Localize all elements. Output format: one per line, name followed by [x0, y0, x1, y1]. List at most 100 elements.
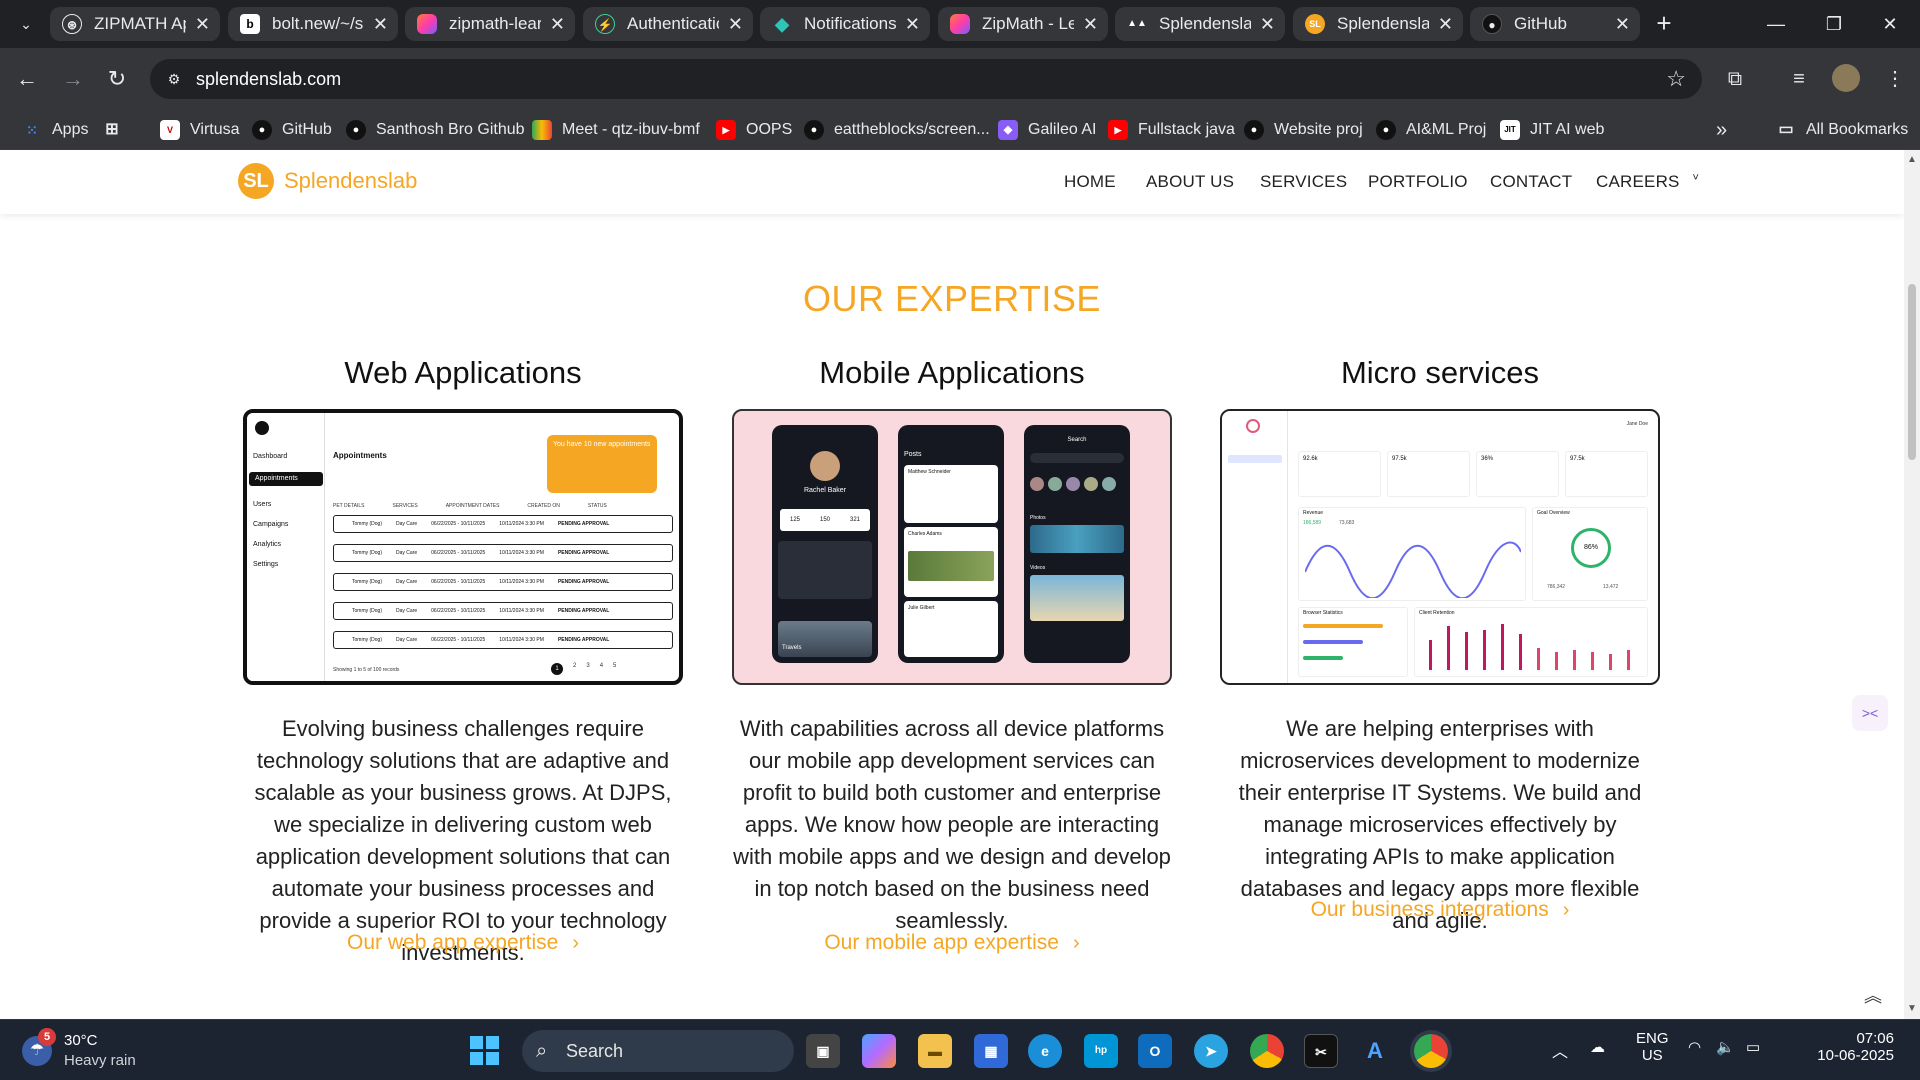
tab-splendenslab-vercel[interactable]: ▲▲ Splendenslab ✕: [1115, 7, 1285, 41]
bookmark-fullstack-java[interactable]: ▶ Fullstack java: [1108, 116, 1235, 144]
bookmark-website-proj[interactable]: ● Website proj: [1244, 116, 1363, 144]
chrome-profile-icon[interactable]: [1250, 1034, 1284, 1068]
nav-services[interactable]: SERVICES: [1260, 172, 1347, 192]
tab-label: ZipMath - Lea: [982, 14, 1074, 33]
volume-icon[interactable]: 🔈: [1716, 1038, 1735, 1056]
weather-widget[interactable]: ☂ 5 30°C Heavy rain: [22, 1028, 222, 1074]
brand-name[interactable]: Splendenslab: [284, 168, 417, 194]
mockup-banner-text: You have 10 new appointments: [553, 441, 651, 448]
file-explorer-icon[interactable]: ▬: [918, 1034, 952, 1068]
tab-authentication[interactable]: ⚡ Authentication ✕: [583, 7, 753, 41]
business-integrations-link[interactable]: Our business integrations ›: [1220, 898, 1660, 922]
bookmark-galileo[interactable]: ◆ Galileo AI: [998, 116, 1096, 144]
outlook-icon[interactable]: O: [1138, 1034, 1172, 1068]
edge-icon[interactable]: e: [1028, 1034, 1062, 1068]
bookmark-oops[interactable]: ▶ OOPS: [716, 116, 792, 144]
tab-close-icon[interactable]: ✕: [195, 7, 210, 41]
tab-bolt[interactable]: b bolt.new/~/sb ✕: [228, 7, 398, 41]
address-bar[interactable]: ⚙ splendenslab.com ☆: [150, 59, 1702, 99]
tab-splendenslab-active[interactable]: SL Splendenslab ✕: [1293, 7, 1463, 41]
tab-close-icon[interactable]: ✕: [1260, 7, 1275, 41]
bookmark-santhosh-github[interactable]: ● Santhosh Bro Github: [346, 116, 525, 144]
lovable-icon: [417, 14, 437, 34]
nav-portfolio[interactable]: PORTFOLIO: [1368, 172, 1468, 192]
back-to-top-icon[interactable]: ︽: [1864, 982, 1882, 1008]
tab-close-icon[interactable]: ✕: [905, 7, 920, 41]
battery-icon[interactable]: ▭: [1746, 1038, 1760, 1056]
bookmark-eattheblocks[interactable]: ● eattheblocks/screen...: [804, 116, 990, 144]
close-window-button[interactable]: ✕: [1870, 8, 1910, 40]
tab-close-icon[interactable]: ✕: [373, 7, 388, 41]
tab-close-icon[interactable]: ✕: [728, 7, 743, 41]
mockup-pagination: 1 2 3 4 5: [551, 663, 616, 675]
task-view-icon[interactable]: ▣: [806, 1034, 840, 1068]
tab-close-icon[interactable]: ✕: [1438, 7, 1453, 41]
code-widget-icon[interactable]: ><: [1852, 695, 1888, 731]
mobile-app-expertise-link[interactable]: Our mobile app expertise ›: [732, 931, 1172, 955]
mockup-side-item-active: [1228, 455, 1282, 463]
nav-careers[interactable]: CAREERS ˅: [1596, 172, 1699, 192]
tab-zipmath-app[interactable]: ⊛ ZIPMATH App ✕: [50, 7, 220, 41]
tray-overflow-icon[interactable]: ︿: [1552, 1038, 1568, 1062]
new-tab-button[interactable]: +: [1650, 10, 1678, 38]
azure-data-studio-icon[interactable]: A: [1358, 1034, 1392, 1068]
mockup-heading: Appointments: [333, 451, 387, 460]
chrome-active-icon[interactable]: [1414, 1034, 1448, 1068]
bookmarks-overflow-icon[interactable]: »: [1716, 116, 1727, 144]
mockup-friend-avatar: [1048, 477, 1062, 491]
tab-notifications[interactable]: ◆ Notifications ✕: [760, 7, 930, 41]
github-icon: ●: [804, 120, 824, 140]
page-scrollbar[interactable]: ▲ ▼: [1904, 150, 1920, 1019]
bookmark-virtusa[interactable]: V Virtusa: [160, 116, 240, 144]
capcut-icon[interactable]: ✂: [1304, 1034, 1338, 1068]
mockup-revenue-label: Revenue: [1303, 510, 1324, 516]
security-icon[interactable]: ☁: [1590, 1038, 1605, 1056]
tab-close-icon[interactable]: ✕: [550, 7, 565, 41]
bookmark-github[interactable]: ● GitHub: [252, 116, 332, 144]
nav-contact[interactable]: CONTACT: [1490, 172, 1572, 192]
media-control-icon[interactable]: ≡: [1782, 62, 1816, 96]
telegram-icon[interactable]: ➤: [1194, 1034, 1228, 1068]
mockup-phone-posts: Posts Matthew Schneider Charles Adams Ju…: [898, 425, 1004, 663]
bookmark-aiml-proj[interactable]: ● AI&ML Proj: [1376, 116, 1486, 144]
sl-logo-icon[interactable]: SL: [238, 163, 274, 199]
input-language[interactable]: ENG US: [1636, 1030, 1669, 1064]
bookmark-meet[interactable]: Meet - qtz-ibuv-bmf: [532, 116, 700, 144]
bookmark-grid[interactable]: ⊞: [102, 116, 122, 144]
tab-search-chevron-icon[interactable]: ⌄: [14, 12, 38, 36]
tab-github[interactable]: ● GitHub ✕: [1470, 7, 1640, 41]
wifi-icon[interactable]: ◠: [1688, 1038, 1701, 1056]
start-button[interactable]: [470, 1036, 500, 1066]
tab-close-icon[interactable]: ✕: [1615, 7, 1630, 41]
minimize-button[interactable]: —: [1756, 8, 1796, 40]
nav-about-us[interactable]: ABOUT US: [1146, 172, 1234, 192]
chrome-menu-icon[interactable]: ⋮: [1878, 62, 1912, 96]
tab-close-icon[interactable]: ✕: [1083, 7, 1098, 41]
scrollbar-thumb[interactable]: [1908, 284, 1916, 460]
site-settings-icon[interactable]: ⚙: [164, 69, 184, 89]
bookmark-apps[interactable]: ⁙ Apps: [22, 116, 88, 144]
myhp-icon[interactable]: hp: [1084, 1034, 1118, 1068]
scroll-up-arrow-icon[interactable]: ▲: [1906, 154, 1918, 166]
extensions-icon[interactable]: ⧉: [1718, 62, 1752, 96]
nav-home[interactable]: HOME: [1064, 172, 1116, 192]
back-button[interactable]: ←: [10, 62, 44, 96]
restore-button[interactable]: ❐: [1814, 8, 1854, 40]
bookmark-jit-ai-web[interactable]: JIT JIT AI web: [1500, 116, 1604, 144]
microsoft-store-icon[interactable]: ▦: [974, 1034, 1008, 1068]
profile-avatar[interactable]: [1832, 64, 1860, 92]
all-bookmarks-button[interactable]: ▭ All Bookmarks: [1776, 116, 1908, 144]
copilot-icon[interactable]: [862, 1034, 896, 1068]
tab-zipmath-lea[interactable]: ZipMath - Lea ✕: [938, 7, 1108, 41]
bookmark-star-icon[interactable]: ☆: [1666, 59, 1686, 99]
clock[interactable]: 07:06 10-06-2025: [1788, 1030, 1894, 1064]
forward-button[interactable]: →: [56, 62, 90, 96]
column-title: Web Applications: [344, 355, 582, 390]
bookmark-label: Fullstack java: [1138, 121, 1235, 138]
taskbar-search[interactable]: ⌕ Search: [522, 1030, 794, 1072]
reload-button[interactable]: ↻: [100, 62, 134, 96]
scroll-down-arrow-icon[interactable]: ▼: [1906, 1003, 1918, 1015]
tab-zipmath-learn[interactable]: zipmath-learn ✕: [405, 7, 575, 41]
web-app-expertise-link[interactable]: Our web app expertise ›: [243, 931, 683, 955]
windows-logo-icon: [486, 1036, 499, 1049]
